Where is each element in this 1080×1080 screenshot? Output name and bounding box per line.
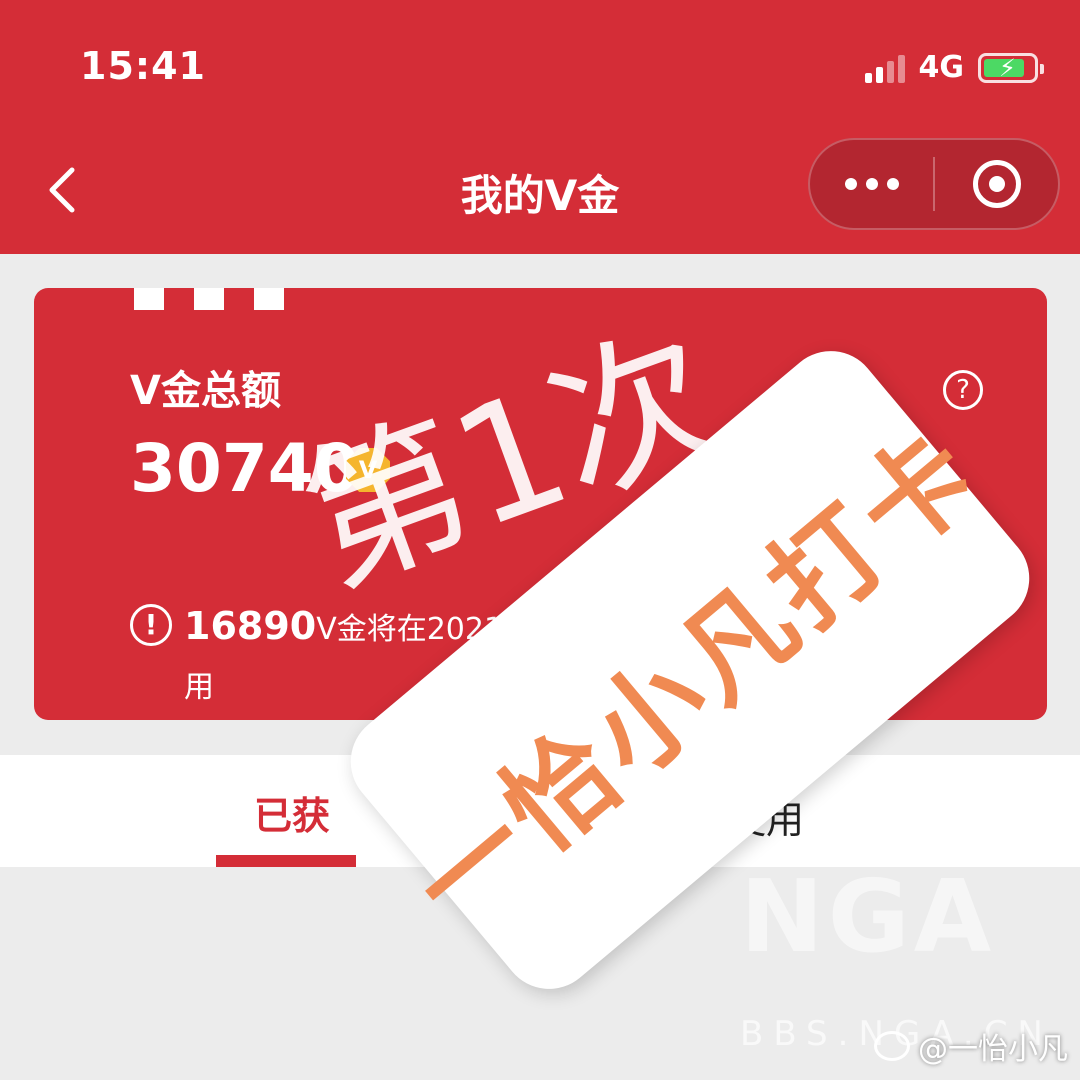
weibo-icon — [874, 1031, 910, 1061]
signal-icon — [864, 53, 905, 83]
status-time: 15:41 — [80, 44, 206, 88]
expiry-text-line2: 用 — [184, 670, 214, 705]
status-icons: 4G ⚡ — [864, 50, 1044, 85]
tab-active-indicator — [216, 855, 356, 867]
tab-earned[interactable]: 已获 — [254, 785, 330, 840]
help-icon[interactable]: ? — [943, 370, 983, 410]
nav-bar: 我的V金 — [0, 130, 1080, 254]
target-icon — [972, 160, 1021, 208]
more-icon[interactable] — [810, 178, 933, 190]
status-bar: 15:41 4G ⚡ — [0, 0, 1080, 130]
weibo-handle: @一怡小凡 — [918, 1032, 1068, 1067]
card-decoration — [134, 288, 284, 310]
close-miniprogram-button[interactable] — [935, 160, 1058, 208]
network-label: 4G — [918, 50, 965, 85]
nga-watermark: NGA — [740, 858, 996, 975]
weibo-watermark: @一怡小凡 — [874, 1024, 1068, 1068]
battery-icon: ⚡ — [978, 52, 1044, 83]
expiring-amount: 16890 — [184, 604, 317, 648]
miniprogram-capsule — [808, 138, 1060, 230]
warning-icon: ! — [130, 604, 172, 646]
